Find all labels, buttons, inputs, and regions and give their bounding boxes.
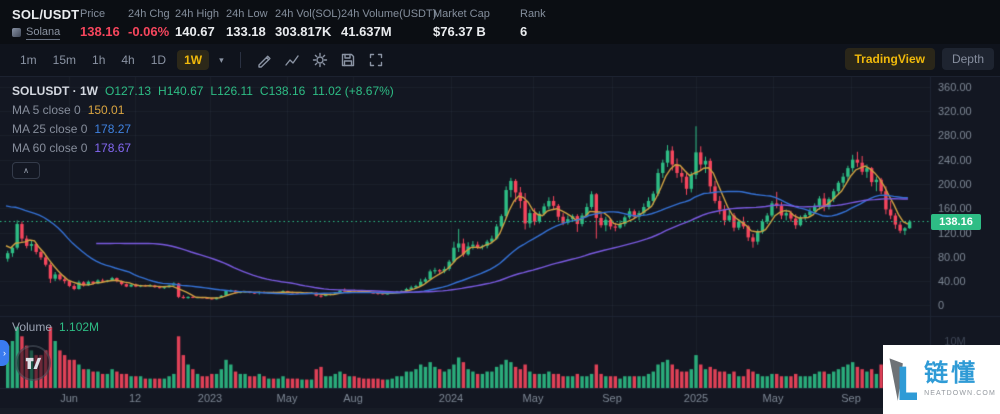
- ma5-legend: MA 5 close 0150.01: [12, 103, 394, 117]
- site-logo-chinese: 链懂: [924, 362, 978, 386]
- depth-tab[interactable]: Depth: [942, 48, 994, 70]
- stat-market-cap: Market Cap$76.37 B: [433, 8, 490, 39]
- legend-change: 11.02 (+8.67%): [312, 84, 394, 98]
- last-price-tag: 138.16: [931, 214, 981, 230]
- solana-icon: [12, 28, 21, 37]
- ma25-legend: MA 25 close 0178.27: [12, 122, 394, 136]
- interval-15m[interactable]: 15m: [53, 53, 76, 67]
- chart-legend: SOLUSDT · 1W O127.13 H140.67 L126.11 C138.16…: [12, 84, 394, 179]
- bottom-strip: [0, 408, 1000, 414]
- fullscreen-icon[interactable]: [368, 52, 384, 68]
- ticker-header: SOL/USDT Solana Price138.16 24h Chg-0.06…: [0, 0, 1000, 44]
- solana-link[interactable]: Solana: [26, 26, 60, 40]
- interval-1h[interactable]: 1h: [92, 53, 105, 67]
- legend-collapse-button[interactable]: ∧: [12, 162, 40, 179]
- indicator-icon[interactable]: [284, 52, 300, 68]
- toolbar-divider: [240, 52, 241, 68]
- site-watermark-logo: 链懂 NEATDOWN.COM: [883, 345, 1000, 414]
- chart-area: SOLUSDT · 1W O127.13 H140.67 L126.11 C138.16…: [0, 77, 1000, 414]
- stat-rank: Rank6: [520, 8, 546, 39]
- site-logo-domain: NEATDOWN.COM: [924, 390, 996, 397]
- stat-price: Price138.16: [80, 8, 120, 39]
- symbol-block: SOL/USDT Solana: [12, 7, 79, 40]
- interval-1m[interactable]: 1m: [20, 53, 37, 67]
- save-icon[interactable]: [340, 52, 356, 68]
- legend-high: H140.67: [158, 84, 203, 98]
- stat-24h-low: 24h Low133.18: [226, 8, 268, 39]
- tradingview-tab[interactable]: TradingView: [845, 48, 935, 70]
- interval-4h[interactable]: 4h: [121, 53, 134, 67]
- site-logo-icon: [887, 356, 917, 404]
- tradingview-watermark-icon: [15, 345, 51, 381]
- interval-1d[interactable]: 1D: [151, 53, 166, 67]
- panel-expand-handle[interactable]: ›: [0, 340, 9, 366]
- legend-open: O127.13: [105, 84, 151, 98]
- stat-24h-high: 24h High140.67: [175, 8, 219, 39]
- stat-24h-vol-sol: 24h Vol(SOL)303.817K: [275, 8, 341, 39]
- symbol-name: SOL/USDT: [12, 7, 79, 22]
- draw-icon[interactable]: [256, 52, 272, 68]
- volume-legend: Volume1.102M: [12, 320, 99, 334]
- stat-24h-change: 24h Chg-0.06%: [128, 8, 170, 39]
- settings-icon[interactable]: [312, 52, 328, 68]
- legend-close: C138.16: [260, 84, 305, 98]
- legend-symbol: SOLUSDT · 1W: [12, 84, 98, 98]
- ma60-legend: MA 60 close 0178.67: [12, 141, 394, 155]
- legend-low: L126.11: [210, 84, 253, 98]
- stat-24h-vol-usdt: 24h Volume(USDT)41.637M: [341, 8, 436, 39]
- interval-1w-active[interactable]: 1W: [177, 50, 209, 70]
- chart-toolbar: 1m 15m 1h 4h 1D 1W ▾ TradingView Depth: [0, 44, 1000, 77]
- chevron-down-icon[interactable]: ▾: [219, 55, 224, 66]
